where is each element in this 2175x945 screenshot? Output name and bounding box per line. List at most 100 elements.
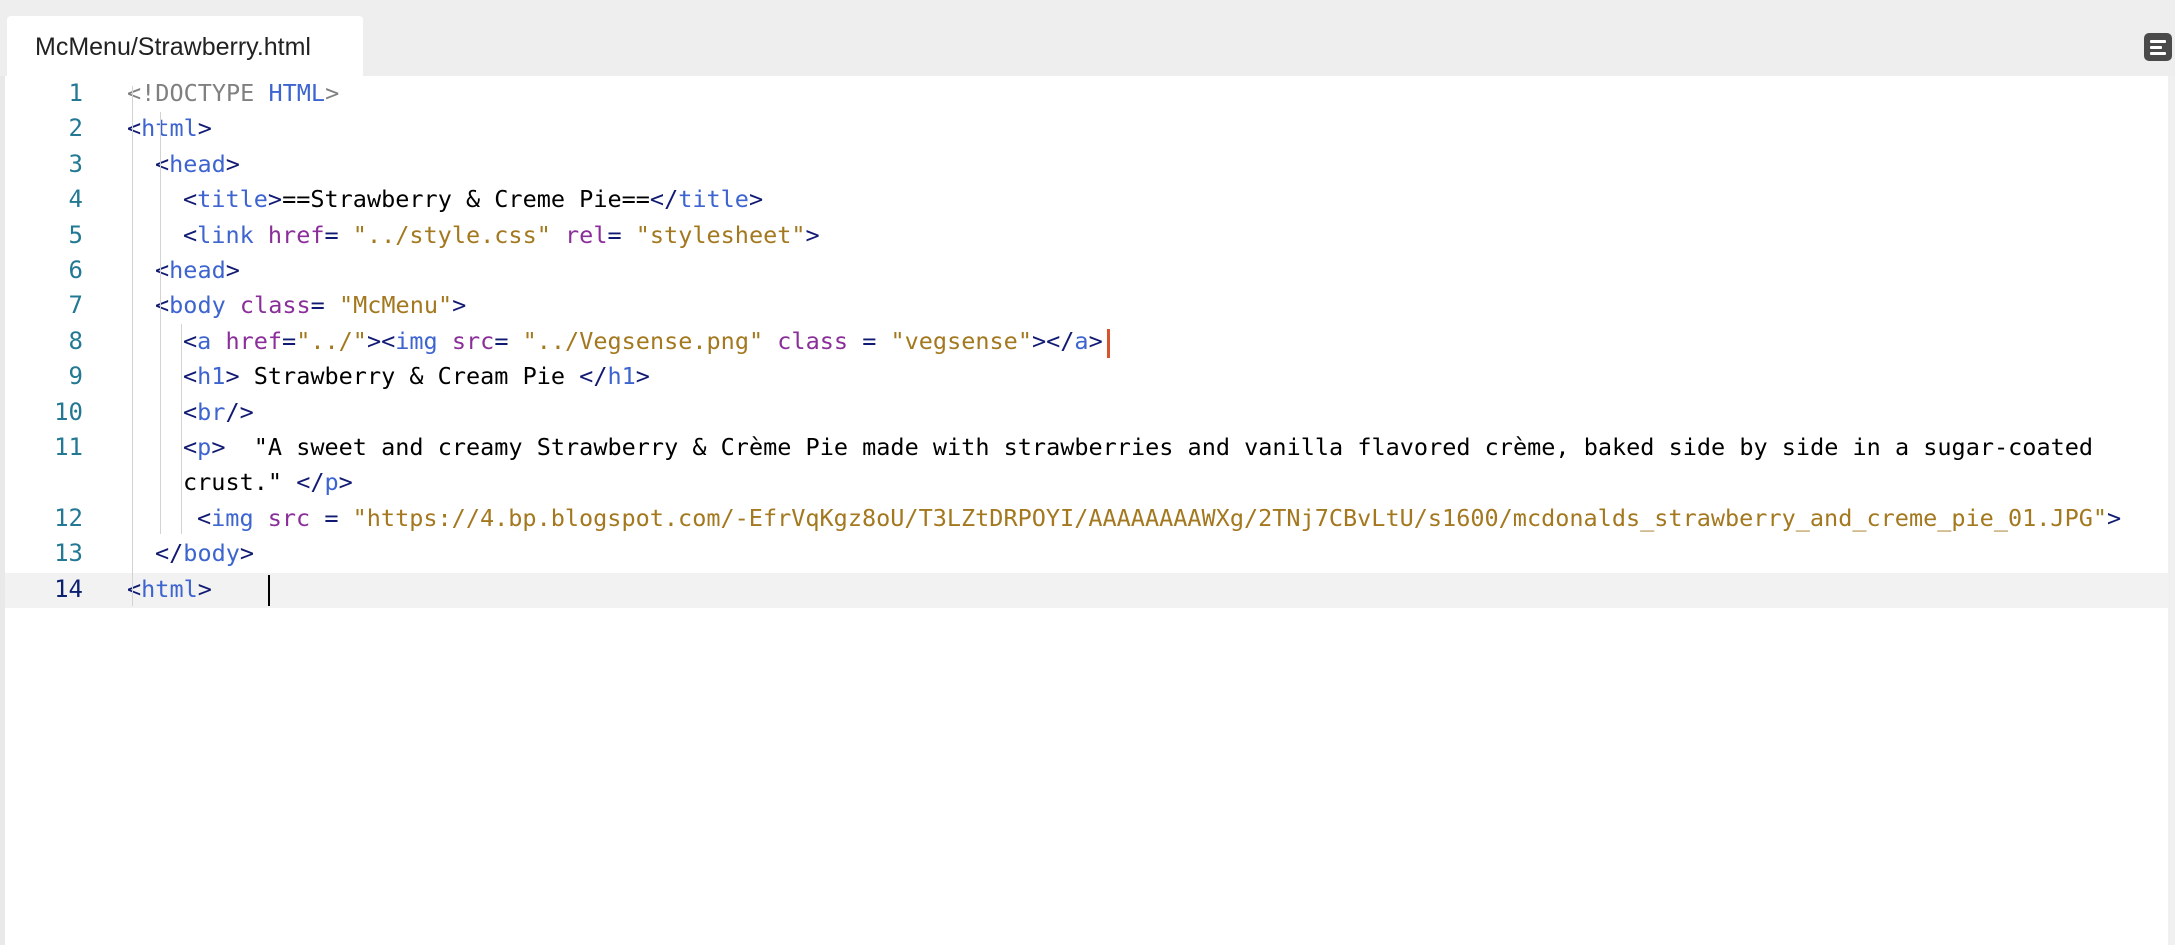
- code-token: h1: [607, 362, 636, 391]
- code-token: >: [211, 433, 226, 461]
- code-token: >: [225, 149, 240, 178]
- code-token: </: [155, 539, 184, 568]
- code-token: <: [381, 326, 396, 355]
- code-token: </: [296, 468, 325, 497]
- code-line[interactable]: <a href="../"><img src= "../Vegsense.png…: [183, 324, 1103, 359]
- code-token: <: [197, 503, 212, 532]
- line-number: 9: [68, 362, 83, 391]
- line-number: 5: [68, 220, 83, 249]
- code-token: a: [197, 326, 226, 355]
- code-token: =: [324, 503, 353, 532]
- code-token: >: [267, 185, 283, 214]
- indent-guide: [132, 86, 133, 606]
- code-token: "vegsense": [890, 326, 1032, 355]
- line-number: 14: [54, 574, 83, 603]
- code-token: =: [324, 220, 353, 249]
- code-token: rel: [550, 220, 608, 249]
- code-token: <: [183, 397, 198, 426]
- code-line[interactable]: <head>: [155, 253, 240, 288]
- code-token: "McMenu": [338, 291, 453, 320]
- code-token: head: [169, 256, 226, 284]
- code-token: h1: [197, 362, 226, 391]
- code-token: <: [183, 185, 198, 214]
- line-number: 4: [68, 185, 83, 214]
- code-token: crust.": [183, 468, 297, 497]
- code-token: html: [141, 574, 198, 603]
- menu-lines-icon[interactable]: [2144, 33, 2172, 61]
- code-token: >: [1031, 326, 1047, 355]
- code-line[interactable]: <html>: [127, 572, 212, 607]
- text-cursor: [268, 575, 270, 606]
- code-token: body: [169, 291, 240, 320]
- code-token: >: [325, 79, 340, 107]
- code-line[interactable]: <p> "A sweet and creamy Strawberry & Crè…: [183, 430, 2093, 465]
- code-token: Strawberry & Cream Pie: [239, 362, 580, 391]
- code-token: <: [127, 574, 142, 603]
- code-token: </: [1046, 326, 1075, 355]
- code-token: href: [225, 326, 283, 355]
- line-number: 10: [54, 397, 83, 426]
- line-number: 7: [68, 291, 83, 320]
- current-line-highlight: [5, 573, 2168, 608]
- code-token: =: [862, 326, 891, 355]
- code-token: title: [678, 185, 749, 214]
- code-token: <: [155, 291, 170, 320]
- code-token: >: [239, 539, 255, 568]
- code-token: src: [267, 503, 325, 532]
- code-line[interactable]: <!DOCTYPE HTML>: [127, 76, 339, 111]
- code-token: img: [395, 326, 452, 355]
- code-token: =: [607, 220, 636, 249]
- code-line[interactable]: <head>: [155, 147, 240, 182]
- code-token: <: [155, 256, 170, 284]
- code-token: <: [127, 114, 142, 143]
- line-number: 13: [54, 539, 83, 568]
- code-token: <: [183, 326, 198, 355]
- code-token: br: [197, 397, 226, 426]
- code-line[interactable]: </body>: [155, 536, 254, 571]
- code-token: >: [197, 574, 212, 603]
- code-token: />: [225, 397, 254, 426]
- code-token: a: [1074, 326, 1089, 355]
- code-line[interactable]: crust." </p>: [183, 465, 353, 500]
- code-editor[interactable]: 1 2 3 4 5 6 7 8 9 10 11 12 13 14 <!DOCTYPE HTML> <html…: [5, 76, 2168, 945]
- indent-guide: [160, 324, 161, 534]
- line-number: 1: [68, 79, 83, 107]
- code-token: <: [183, 362, 198, 391]
- line-number: 3: [68, 149, 83, 178]
- code-token: "A sweet and creamy Strawberry & Crème P…: [225, 433, 2094, 461]
- line-number: 8: [68, 326, 83, 355]
- line-number: 11: [54, 433, 83, 461]
- code-token: >: [197, 114, 212, 143]
- code-line[interactable]: <html>: [127, 111, 212, 146]
- code-line[interactable]: <h1> Strawberry & Cream Pie </h1>: [183, 359, 650, 394]
- code-line[interactable]: <body class= "McMenu">: [155, 288, 466, 323]
- code-token: =: [494, 326, 523, 355]
- vertical-scrollbar[interactable]: [2168, 76, 2175, 945]
- code-token: =: [310, 291, 339, 320]
- code-token: <: [183, 433, 198, 461]
- code-token: >: [225, 256, 240, 284]
- code-token: >: [1088, 326, 1103, 355]
- code-token: class: [763, 326, 863, 355]
- code-line[interactable]: <img src = "https://4.bp.blogspot.com/-E…: [197, 501, 2121, 536]
- file-tab[interactable]: McMenu/Strawberry.html: [7, 16, 363, 76]
- code-token: >: [338, 468, 353, 497]
- code-token: "stylesheet": [635, 220, 806, 249]
- code-token: >: [225, 362, 240, 391]
- tab-bar: McMenu/Strawberry.html: [0, 0, 2175, 76]
- code-line[interactable]: <br/>: [183, 395, 254, 430]
- code-token: "../Vegsense.png": [522, 326, 764, 355]
- code-token: p: [324, 468, 339, 497]
- code-token: "../": [296, 326, 367, 355]
- line-number: 6: [68, 256, 83, 284]
- line-number: 12: [54, 503, 83, 532]
- code-token: </: [649, 185, 679, 214]
- indent-guide: [181, 324, 182, 534]
- secondary-cursor: [1107, 329, 1110, 358]
- code-token: class: [239, 291, 311, 320]
- code-token: src: [451, 326, 495, 355]
- code-line[interactable]: <link href= "../style.css" rel= "stylesh…: [183, 218, 820, 253]
- code-token: href: [267, 220, 325, 249]
- code-line[interactable]: <title>==Strawberry & Creme Pie==</title…: [183, 182, 763, 217]
- code-token: <: [155, 149, 170, 178]
